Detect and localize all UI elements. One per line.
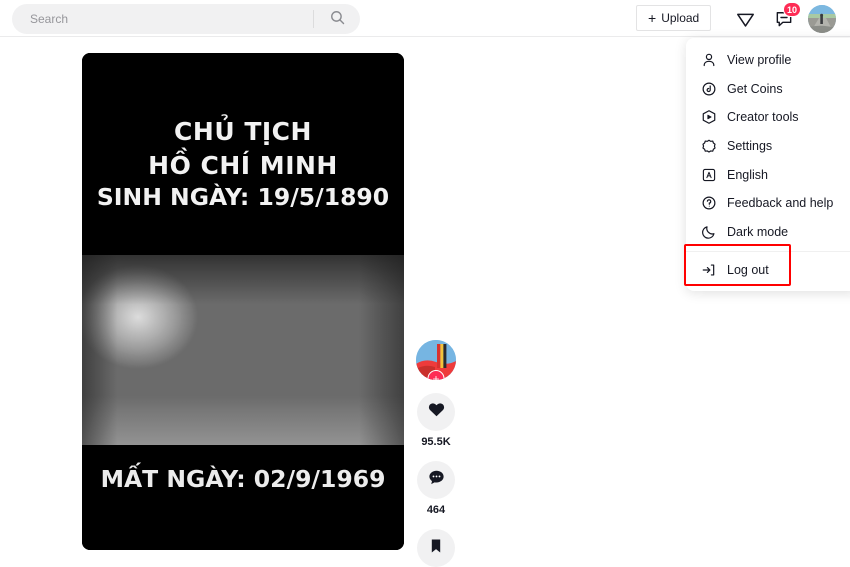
video-player[interactable]: CHỦ TỊCH HỒ CHÍ MINH SINH NGÀY: 19/5/189… — [82, 53, 404, 550]
menu-label: View profile — [727, 53, 792, 68]
logout-icon — [700, 262, 717, 279]
upload-label: Upload — [661, 11, 700, 25]
video-caption-text: MẤT NGÀY: 02/9/1969 — [100, 465, 386, 493]
menu-label: Dark mode — [727, 224, 789, 239]
video-title-line2: HỒ CHÍ MINH — [148, 150, 338, 180]
upload-button[interactable]: + Upload — [636, 5, 712, 31]
inbox-badge: 10 — [783, 2, 802, 17]
video-title-line3: SINH NGÀY: 19/5/1890 — [96, 183, 390, 211]
menu-label: Get Coins — [727, 81, 783, 96]
menu-label: English — [727, 167, 768, 182]
avatar[interactable] — [808, 5, 836, 33]
menu-label: Creator tools — [727, 110, 799, 125]
video-caption-panel: MẤT NGÀY: 02/9/1969 — [82, 445, 404, 550]
search-bar[interactable] — [12, 4, 360, 34]
bookmark-action — [417, 529, 455, 567]
paper-plane-icon[interactable] — [733, 7, 757, 31]
coin-icon — [700, 80, 717, 97]
follow-button[interactable]: + — [427, 370, 445, 380]
video-title-line1: CHỦ TỊCH — [174, 117, 312, 146]
comment-icon — [427, 468, 446, 492]
menu-item-english[interactable]: English — [686, 160, 850, 189]
search-icon — [329, 9, 346, 29]
question-circle-icon — [700, 195, 717, 212]
menu-label: Settings — [727, 139, 773, 154]
heart-icon — [427, 400, 446, 424]
comment-count: 464 — [426, 504, 446, 516]
search-input[interactable] — [28, 7, 287, 31]
video-photo-overlay — [82, 255, 404, 445]
language-icon — [700, 166, 717, 183]
comment-button[interactable] — [417, 461, 455, 499]
menu-label: Log out — [727, 263, 769, 278]
menu-item-get-coins[interactable]: Get Coins — [686, 75, 850, 104]
video-title-panel: CHỦ TỊCH HỒ CHÍ MINH SINH NGÀY: 19/5/189… — [82, 53, 404, 255]
video-title-text: CHỦ TỊCH HỒ CHÍ MINH SINH NGÀY: 19/5/189… — [82, 115, 404, 213]
video-action-rail: + 95.5K 464 — [414, 340, 458, 567]
like-action: 95.5K — [417, 393, 455, 448]
author-avatar[interactable]: + — [416, 340, 456, 380]
menu-item-creator-tools[interactable]: Creator tools — [686, 103, 850, 132]
comment-action: 464 — [417, 461, 455, 516]
profile-dropdown-menu: View profile Get Coins Creator tools Set… — [686, 38, 850, 291]
top-header: + Upload 10 — [0, 0, 850, 37]
person-icon — [700, 52, 717, 69]
bookmark-icon — [427, 537, 445, 560]
video-photo-frame — [82, 255, 404, 445]
like-count: 95.5K — [421, 436, 451, 448]
menu-item-dark-mode[interactable]: Dark mode — [686, 218, 850, 247]
menu-item-feedback-and-help[interactable]: Feedback and help — [686, 189, 850, 218]
menu-divider — [686, 251, 850, 253]
bookmark-button[interactable] — [417, 529, 455, 567]
moon-icon — [700, 223, 717, 240]
gear-icon — [700, 138, 717, 155]
message-bubble-icon[interactable]: 10 — [772, 2, 802, 31]
search-button[interactable] — [314, 4, 360, 34]
creator-tools-icon — [700, 109, 717, 126]
like-button[interactable] — [417, 393, 455, 431]
menu-item-log-out[interactable]: Log out — [686, 256, 850, 285]
menu-label: Feedback and help — [727, 196, 834, 211]
menu-item-settings[interactable]: Settings — [686, 132, 850, 161]
plus-icon: + — [648, 10, 657, 26]
menu-item-view-profile[interactable]: View profile — [686, 46, 850, 75]
